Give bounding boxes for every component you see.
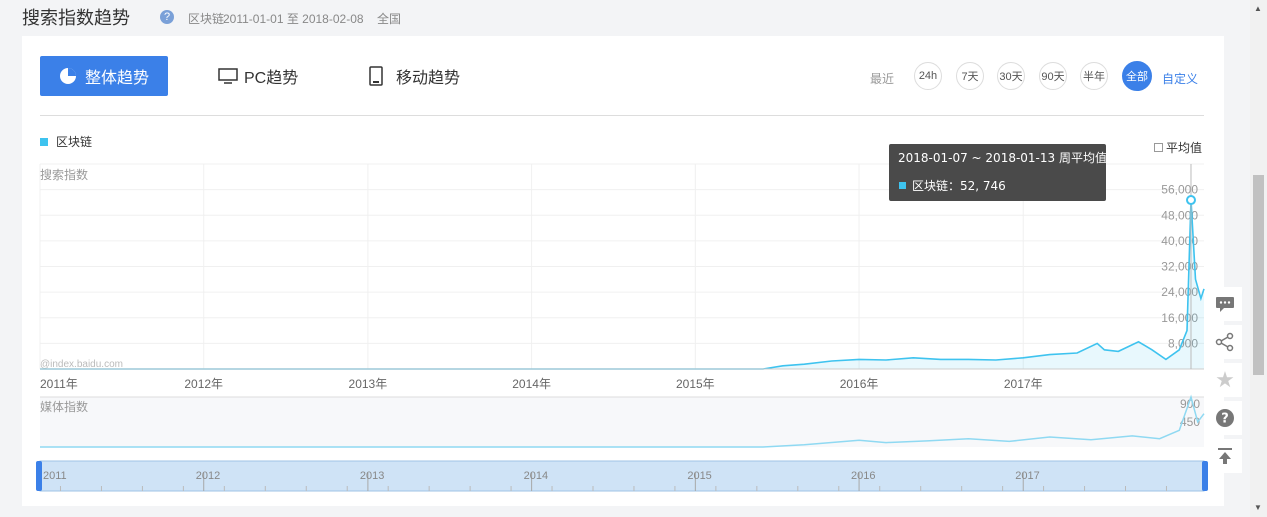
navigator-left-handle[interactable]: [36, 461, 42, 491]
y-axis-label: 搜索指数: [40, 167, 88, 182]
region-label: 全国: [377, 12, 402, 26]
scroll-down-icon[interactable]: ▼: [1254, 503, 1262, 512]
x-tick-label: 2016年: [840, 377, 879, 391]
navigator-year-label: 2015: [687, 470, 711, 482]
trend-panel: 整体趋势 PC趋势 移动趋势 最近 24h 7天 30天 90天 半年 全部 自…: [22, 36, 1224, 506]
x-tick-label: 2011年: [40, 377, 78, 391]
x-tick-label: 2013年: [349, 377, 388, 391]
y-tick-label: 56,000: [1161, 183, 1198, 197]
page-title: 搜索指数趋势: [22, 8, 130, 29]
trend-chart: 2011年 2012年 2013年 2014年 2015年 2016年 2017年搜索指数@…: [36, 144, 1208, 492]
navigator-year-label: 2011: [43, 470, 67, 482]
question-icon[interactable]: ?: [1208, 401, 1242, 435]
tooltip-title: 2018-01-07 ~ 2018-01-13 周平均值: [898, 150, 1107, 165]
help-icon[interactable]: ?: [160, 10, 174, 24]
tooltip-value: 区块链：52, 746: [912, 178, 1006, 193]
back-to-top-icon[interactable]: [1208, 439, 1242, 473]
navigator-year-label: 2016: [851, 470, 875, 482]
comment-icon[interactable]: [1208, 287, 1242, 321]
highlight-point: [1185, 195, 1196, 206]
share-icon[interactable]: [1208, 325, 1242, 359]
navigator-year-label: 2014: [524, 470, 548, 482]
star-icon[interactable]: ★: [1208, 363, 1242, 397]
media-axis-label: 媒体指数: [40, 399, 88, 414]
keyword-label: 区块链: [188, 12, 225, 26]
x-tick-label: 2017年: [1004, 377, 1043, 391]
side-toolbar: ★ ?: [1208, 287, 1244, 477]
page-scrollbar[interactable]: ▲ ▼: [1250, 0, 1267, 517]
navigator-year-label: 2012: [196, 470, 220, 482]
page-header: 搜索指数趋势 ? 区块链 2011-01-01 至 2018-02-08 全国: [0, 0, 1250, 36]
navigator-year-label: 2013: [360, 470, 384, 482]
tooltip-swatch: [899, 182, 906, 189]
x-tick-label: 2012年: [184, 377, 223, 391]
date-range-label: 2011-01-01 至 2018-02-08: [223, 12, 364, 26]
navigator-year-label: 2017: [1015, 470, 1039, 482]
scroll-up-icon[interactable]: ▲: [1254, 4, 1262, 13]
scroll-thumb[interactable]: [1253, 175, 1264, 375]
x-tick-label: 2014年: [512, 377, 551, 391]
svg-text:?: ?: [1221, 412, 1229, 427]
x-tick-label: 2015年: [676, 377, 715, 391]
